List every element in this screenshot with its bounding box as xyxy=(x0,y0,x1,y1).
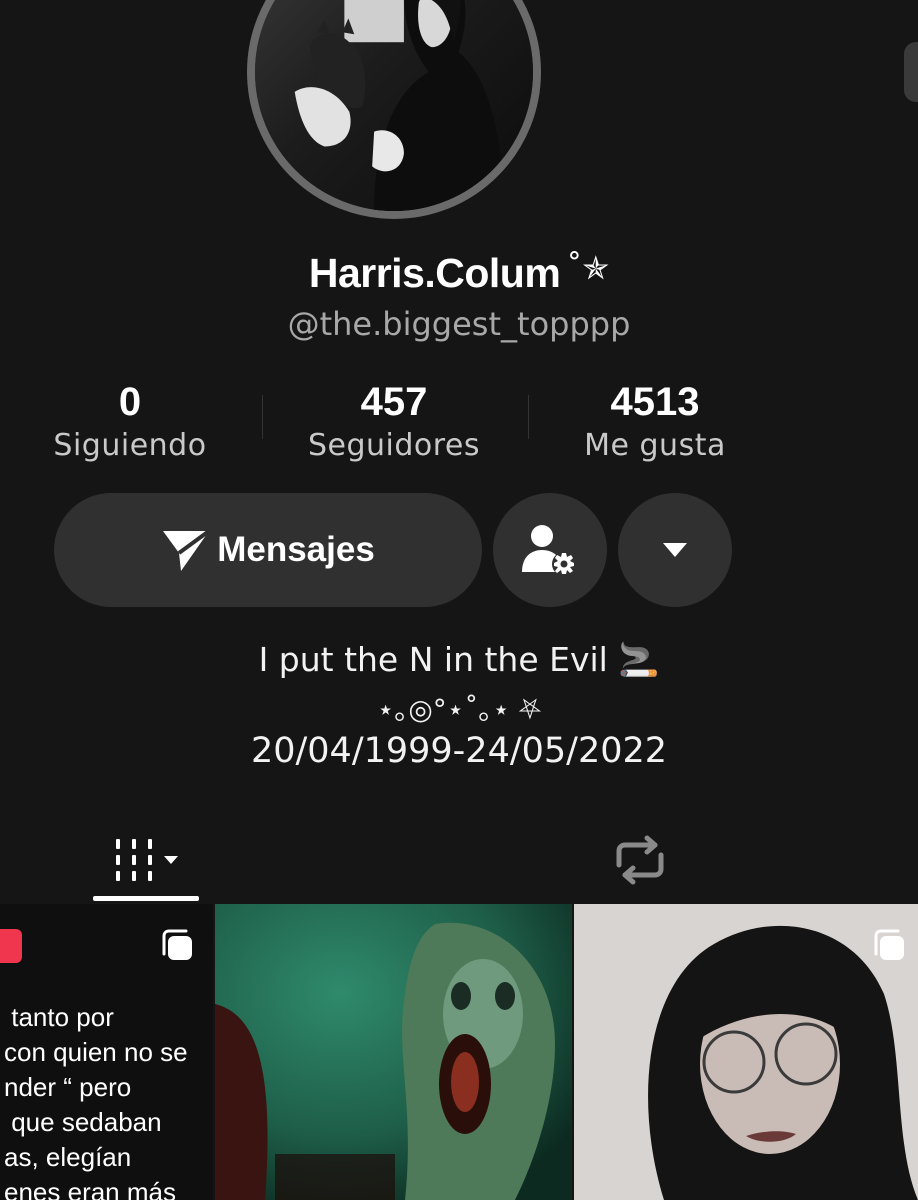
stat-likes[interactable]: 4513 Me gusta xyxy=(545,378,765,463)
stat-following[interactable]: 0 Siguiendo xyxy=(20,378,240,463)
stat-divider xyxy=(528,395,529,439)
grid-item-3[interactable] xyxy=(574,904,918,1200)
bio-line-3: 20/04/1999-24/05/2022 xyxy=(250,731,668,771)
thumbnail-image xyxy=(215,904,572,1200)
followers-label: Seguidores xyxy=(307,428,481,463)
active-tab-indicator xyxy=(93,896,199,901)
followers-count: 457 xyxy=(360,380,428,424)
scroll-handle[interactable] xyxy=(904,42,918,102)
following-label: Siguiendo xyxy=(53,428,207,463)
avatar[interactable] xyxy=(247,0,541,219)
message-button[interactable]: Mensajes xyxy=(54,493,482,607)
grid-icon xyxy=(116,839,178,881)
caret-down-icon xyxy=(663,543,687,557)
bio-line-1: I put the N in the Evil 🚬 xyxy=(258,640,660,679)
profile-screen: Harris.Colum ˚✯ @the.biggest_topppp 0 Si… xyxy=(0,0,918,1200)
name-row: Harris.Colum ˚✯ xyxy=(0,250,918,297)
stat-divider xyxy=(262,395,263,439)
display-name: Harris.Colum xyxy=(308,250,561,296)
thumbnail-image xyxy=(574,904,918,1200)
bio-line-2: ⋆｡◎°⋆˚｡⋆ ⛧ xyxy=(376,693,542,726)
repost-icon xyxy=(616,835,664,885)
likes-label: Me gusta xyxy=(584,428,726,463)
add-friends-button[interactable] xyxy=(493,493,607,607)
message-label: Mensajes xyxy=(217,530,375,569)
pinned-badge xyxy=(0,929,22,963)
username-handle: @the.biggest_topppp xyxy=(287,305,631,343)
grid-item-1[interactable]: tanto por con quien no se nder “ pero qu… xyxy=(0,904,213,1200)
name-decoration: ˚✯ xyxy=(566,248,610,287)
thumbnail-caption: tanto por con quien no se nder “ pero qu… xyxy=(4,1002,188,1200)
stat-followers[interactable]: 457 Seguidores xyxy=(284,378,504,463)
send-icon xyxy=(163,529,211,571)
more-options-button[interactable] xyxy=(618,493,732,607)
likes-count: 4513 xyxy=(610,380,700,424)
profile-photo xyxy=(255,0,533,211)
grid-item-2[interactable] xyxy=(215,904,572,1200)
tab-videos[interactable] xyxy=(93,820,199,900)
tab-reposts[interactable] xyxy=(590,820,690,900)
user-settings-icon xyxy=(522,525,576,576)
following-count: 0 xyxy=(118,380,142,424)
multi-photo-icon xyxy=(874,929,904,960)
multi-photo-icon xyxy=(162,929,192,960)
